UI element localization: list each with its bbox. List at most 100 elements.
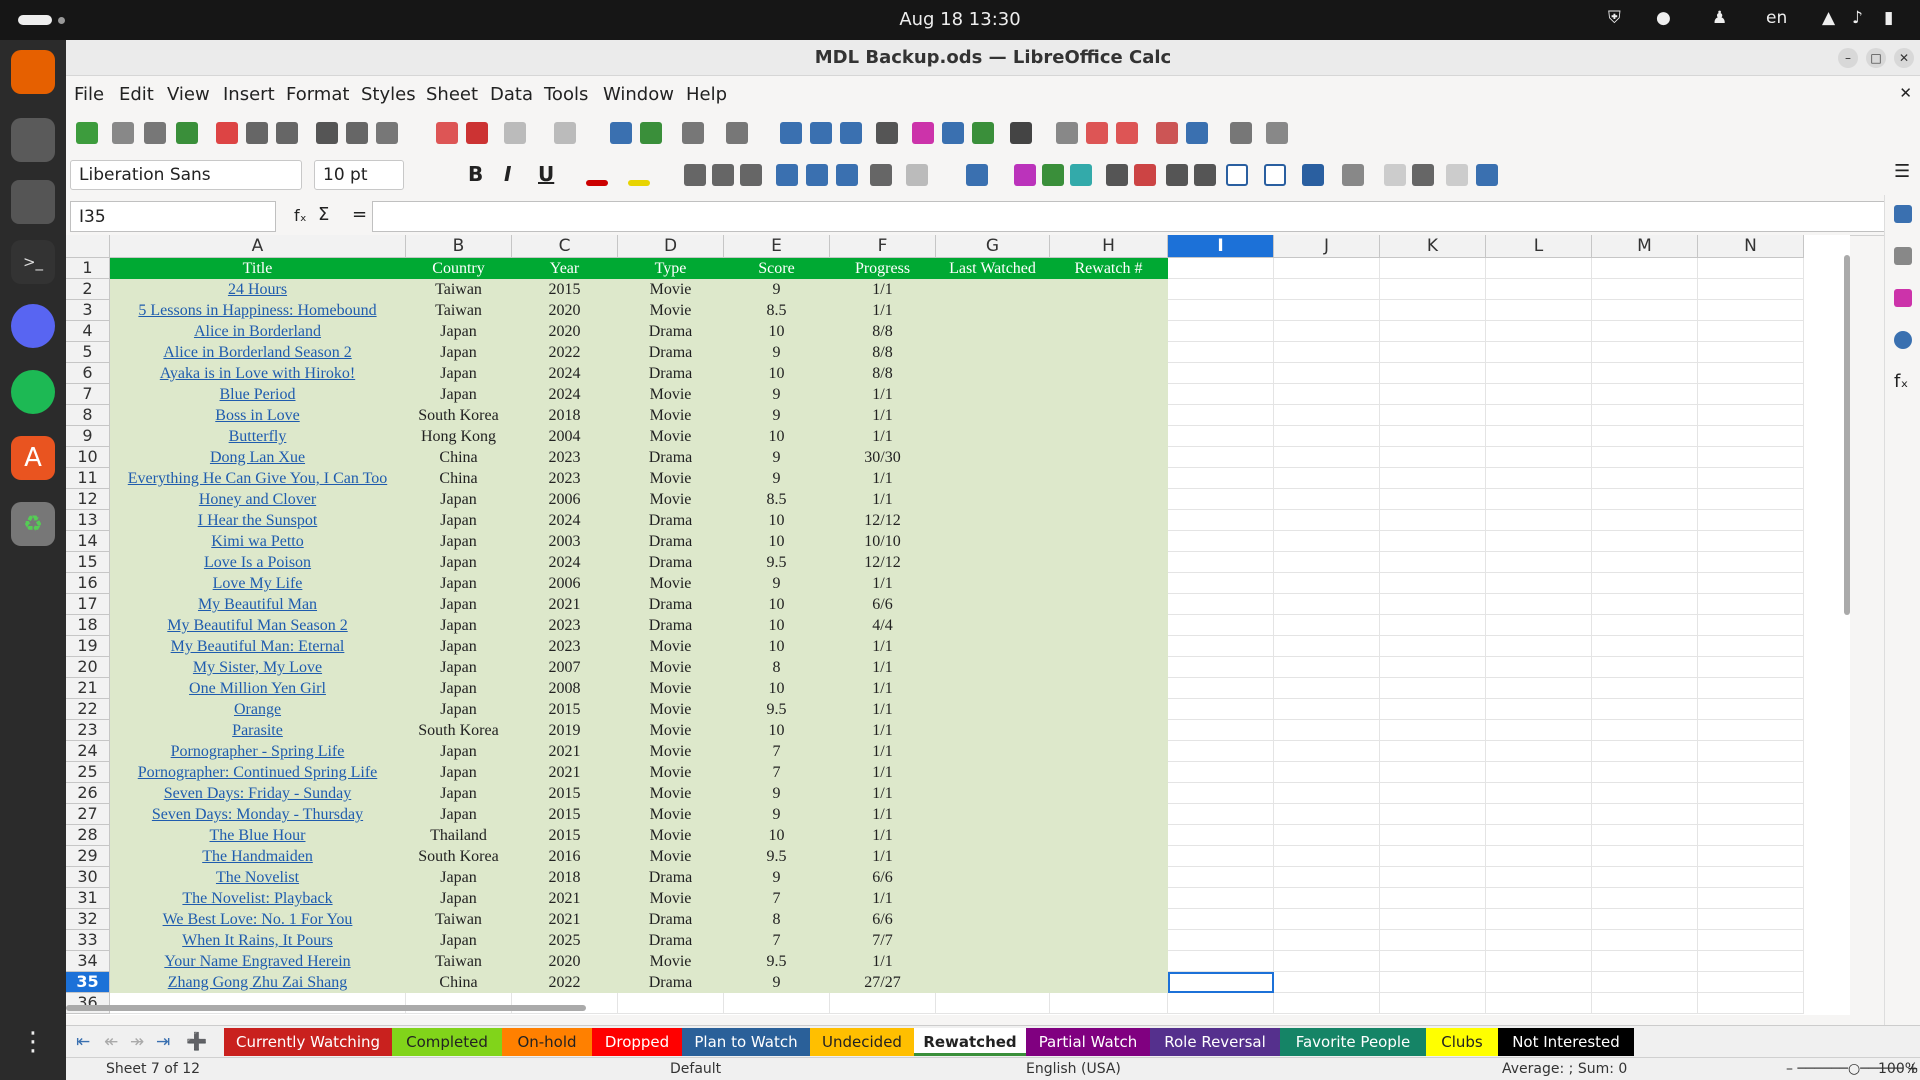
empty-cell[interactable]: [1274, 762, 1380, 783]
font-color-icon[interactable]: [586, 180, 608, 186]
files-icon[interactable]: [11, 118, 55, 162]
data-cell[interactable]: 2024: [512, 384, 618, 405]
empty-cell[interactable]: [1592, 363, 1698, 384]
header-cell[interactable]: Title: [110, 258, 406, 279]
title-link[interactable]: 5 Lessons in Happiness: Homebound: [110, 300, 406, 321]
empty-cell[interactable]: [936, 615, 1050, 636]
empty-cell[interactable]: [936, 321, 1050, 342]
empty-cell[interactable]: [1380, 993, 1486, 1014]
empty-cell[interactable]: [1274, 783, 1380, 804]
data-cell[interactable]: 8/8: [830, 363, 936, 384]
copy-icon[interactable]: [346, 122, 368, 144]
title-link[interactable]: Pornographer - Spring Life: [110, 741, 406, 762]
data-cell[interactable]: 1/1: [830, 804, 936, 825]
data-cell[interactable]: 7/7: [830, 930, 936, 951]
empty-cell[interactable]: [936, 804, 1050, 825]
empty-cell[interactable]: [1050, 804, 1168, 825]
empty-cell[interactable]: [1050, 531, 1168, 552]
empty-cell[interactable]: [1698, 993, 1804, 1014]
row-header[interactable]: 26: [66, 783, 110, 804]
empty-cell[interactable]: [1168, 804, 1274, 825]
title-link[interactable]: Honey and Clover: [110, 489, 406, 510]
empty-cell[interactable]: [1698, 762, 1804, 783]
row-header[interactable]: 4: [66, 321, 110, 342]
data-cell[interactable]: 10: [724, 678, 830, 699]
empty-cell[interactable]: [1274, 447, 1380, 468]
empty-cell[interactable]: [1274, 699, 1380, 720]
empty-cell[interactable]: [1698, 489, 1804, 510]
empty-cell[interactable]: [1380, 762, 1486, 783]
data-cell[interactable]: 8: [724, 657, 830, 678]
sheet-tab[interactable]: Favorite People: [1280, 1028, 1426, 1056]
title-link[interactable]: Love Is a Poison: [110, 552, 406, 573]
add-decimal-icon[interactable]: [1106, 164, 1128, 186]
data-cell[interactable]: 8.5: [724, 489, 830, 510]
data-cell[interactable]: 2016: [512, 846, 618, 867]
empty-cell[interactable]: [1380, 636, 1486, 657]
data-cell[interactable]: 7: [724, 930, 830, 951]
empty-cell[interactable]: [1698, 972, 1804, 993]
highlight-color-icon[interactable]: [628, 180, 650, 186]
empty-cell[interactable]: [1380, 825, 1486, 846]
data-cell[interactable]: 8/8: [830, 342, 936, 363]
data-cell[interactable]: 2006: [512, 573, 618, 594]
empty-cell[interactable]: [1168, 741, 1274, 762]
data-cell[interactable]: Drama: [618, 447, 724, 468]
empty-cell[interactable]: [1592, 531, 1698, 552]
row-header[interactable]: 10: [66, 447, 110, 468]
libreoffice-calc-icon[interactable]: [11, 180, 55, 224]
data-cell[interactable]: 10: [724, 594, 830, 615]
data-cell[interactable]: Movie: [618, 804, 724, 825]
empty-cell[interactable]: [1698, 426, 1804, 447]
wrap-right-icon[interactable]: [1412, 164, 1434, 186]
empty-cell[interactable]: [1168, 909, 1274, 930]
title-link[interactable]: 24 Hours: [110, 279, 406, 300]
sheet-tab[interactable]: Currently Watching: [224, 1028, 392, 1056]
data-cell[interactable]: 2021: [512, 762, 618, 783]
vertical-scrollbar[interactable]: [1844, 255, 1850, 615]
data-cell[interactable]: 10: [724, 363, 830, 384]
empty-cell[interactable]: [1274, 888, 1380, 909]
language-status[interactable]: English (USA): [1026, 1061, 1121, 1077]
empty-cell[interactable]: [1380, 699, 1486, 720]
empty-cell[interactable]: [1486, 321, 1592, 342]
close-button[interactable]: ✕: [1894, 48, 1914, 68]
column-header[interactable]: K: [1380, 235, 1486, 258]
column-header[interactable]: B: [406, 235, 512, 258]
data-cell[interactable]: China: [406, 468, 512, 489]
empty-cell[interactable]: [1380, 468, 1486, 489]
empty-cell[interactable]: [1698, 279, 1804, 300]
empty-cell[interactable]: [936, 552, 1050, 573]
title-link[interactable]: My Sister, My Love: [110, 657, 406, 678]
data-cell[interactable]: 12/12: [830, 510, 936, 531]
data-cell[interactable]: 10: [724, 825, 830, 846]
data-cell[interactable]: South Korea: [406, 405, 512, 426]
properties-icon[interactable]: [1894, 205, 1912, 223]
empty-cell[interactable]: [1486, 258, 1592, 279]
formula-input[interactable]: [372, 201, 1905, 232]
sheet-tab[interactable]: Completed: [392, 1028, 502, 1056]
data-cell[interactable]: Movie: [618, 825, 724, 846]
data-cell[interactable]: 2018: [512, 867, 618, 888]
empty-cell[interactable]: [1486, 741, 1592, 762]
empty-cell[interactable]: [1168, 447, 1274, 468]
data-cell[interactable]: 10/10: [830, 531, 936, 552]
menu-format[interactable]: Format: [286, 84, 349, 105]
empty-cell[interactable]: [1698, 552, 1804, 573]
sheet-position[interactable]: Sheet 7 of 12: [106, 1061, 200, 1077]
empty-cell[interactable]: [1274, 720, 1380, 741]
empty-cell[interactable]: [1050, 405, 1168, 426]
empty-cell[interactable]: [1592, 384, 1698, 405]
empty-cell[interactable]: [1380, 321, 1486, 342]
empty-cell[interactable]: [1050, 930, 1168, 951]
menu-styles[interactable]: Styles: [361, 84, 416, 105]
empty-cell[interactable]: [936, 741, 1050, 762]
empty-cell[interactable]: [936, 489, 1050, 510]
empty-cell[interactable]: [936, 384, 1050, 405]
data-cell[interactable]: 2023: [512, 468, 618, 489]
empty-cell[interactable]: [1274, 846, 1380, 867]
volume-icon[interactable]: ♪: [1852, 8, 1863, 28]
sidebar-menu-icon[interactable]: ☰: [1894, 161, 1910, 182]
empty-cell[interactable]: [1592, 993, 1698, 1014]
data-cell[interactable]: 1/1: [830, 783, 936, 804]
